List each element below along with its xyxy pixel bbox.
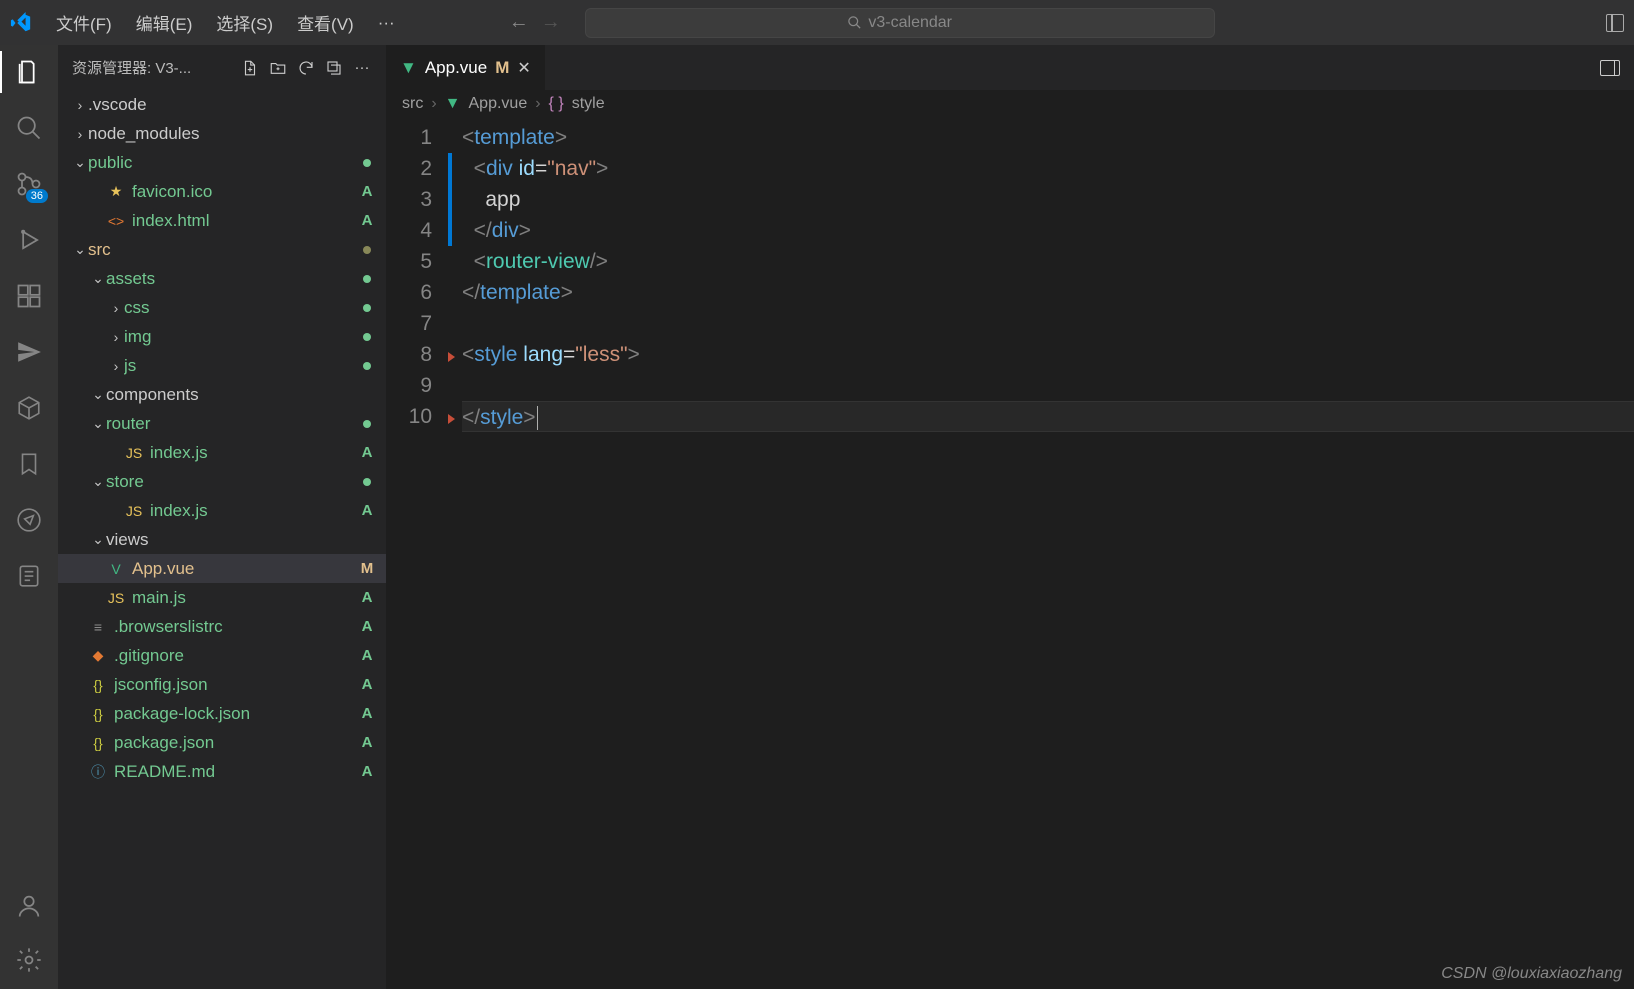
watermark: CSDN @louxiaxiaozhang: [1441, 965, 1622, 983]
scm-badge: 36: [26, 189, 48, 203]
editor-tabs: ▼ App.vue M ✕: [386, 45, 1634, 90]
tree-row[interactable]: ⌄components: [58, 380, 386, 409]
extensions-icon[interactable]: [14, 281, 44, 311]
tree-row[interactable]: {}package-lock.jsonA: [58, 699, 386, 728]
tab-label: App.vue: [425, 58, 487, 78]
tree-row[interactable]: ⌄public: [58, 148, 386, 177]
tree-row[interactable]: ★favicon.icoA: [58, 177, 386, 206]
crumb-src[interactable]: src: [402, 95, 423, 113]
sidebar: 资源管理器: V3-... ··· ›.vscode›node_modules⌄…: [58, 45, 386, 989]
nav-back-icon[interactable]: ←: [509, 11, 529, 34]
sidebar-header: 资源管理器: V3-... ···: [58, 45, 386, 90]
new-folder-icon[interactable]: [268, 58, 288, 78]
bookmark-icon[interactable]: [14, 449, 44, 479]
settings-gear-icon[interactable]: [14, 945, 44, 975]
tree-row[interactable]: ◆.gitignoreA: [58, 641, 386, 670]
brace-icon: { }: [549, 95, 564, 113]
chevron-right-icon: ›: [535, 95, 540, 113]
new-file-icon[interactable]: [240, 58, 260, 78]
account-icon[interactable]: [14, 891, 44, 921]
menu-view[interactable]: 查看(V): [287, 6, 364, 39]
code-editor[interactable]: 12345678910 <template> <div id="nav"> ap…: [386, 118, 1634, 432]
tab-close-icon[interactable]: ✕: [517, 58, 530, 78]
menu-more[interactable]: ···: [368, 9, 405, 37]
vue-icon: ▼: [445, 95, 461, 113]
menu-file[interactable]: 文件(F): [46, 6, 122, 39]
explorer-title: 资源管理器: V3-...: [72, 57, 232, 78]
refresh-icon[interactable]: [296, 58, 316, 78]
command-center[interactable]: v3-calendar: [585, 8, 1215, 38]
crumb-symbol[interactable]: style: [572, 95, 605, 113]
tree-row[interactable]: ⌄router: [58, 409, 386, 438]
tree-row[interactable]: ›js: [58, 351, 386, 380]
chevron-right-icon: ›: [431, 95, 436, 113]
send-icon[interactable]: [14, 337, 44, 367]
tree-row[interactable]: VApp.vueM: [58, 554, 386, 583]
tree-row[interactable]: {}jsconfig.jsonA: [58, 670, 386, 699]
compass-icon[interactable]: [14, 505, 44, 535]
layout-toggle-icon[interactable]: [1606, 14, 1624, 32]
tree-row[interactable]: JSindex.jsA: [58, 496, 386, 525]
vue-icon: ▼: [400, 58, 417, 78]
tree-row[interactable]: ›node_modules: [58, 119, 386, 148]
nav-forward-icon[interactable]: →: [541, 11, 561, 34]
tree-row[interactable]: ›css: [58, 293, 386, 322]
split-editor-icon[interactable]: [1600, 60, 1620, 76]
titlebar: 文件(F) 编辑(E) 选择(S) 查看(V) ··· ← → v3-calen…: [0, 0, 1634, 45]
command-center-text: v3-calendar: [868, 14, 952, 32]
crumb-file[interactable]: App.vue: [469, 95, 528, 113]
tree-row[interactable]: ⌄views: [58, 525, 386, 554]
explorer-icon[interactable]: [14, 57, 44, 87]
vscode-logo-icon: [10, 12, 32, 34]
tree-row[interactable]: ›img: [58, 322, 386, 351]
breadcrumb[interactable]: src › ▼ App.vue › { } style: [386, 90, 1634, 118]
editor-area: ▼ App.vue M ✕ src › ▼ App.vue › { } styl…: [386, 45, 1634, 989]
more-icon[interactable]: ···: [352, 58, 372, 78]
debug-icon[interactable]: [14, 225, 44, 255]
tree-row[interactable]: JSindex.jsA: [58, 438, 386, 467]
tree-row[interactable]: ⌄assets: [58, 264, 386, 293]
scm-icon[interactable]: 36: [14, 169, 44, 199]
box-icon[interactable]: [14, 393, 44, 423]
menu-select[interactable]: 选择(S): [206, 6, 283, 39]
tree-row[interactable]: JSmain.jsA: [58, 583, 386, 612]
tab-app-vue[interactable]: ▼ App.vue M ✕: [386, 45, 546, 90]
tree-row[interactable]: ⌄src: [58, 235, 386, 264]
tree-row[interactable]: ⌄store: [58, 467, 386, 496]
tree-row[interactable]: <>index.htmlA: [58, 206, 386, 235]
activity-bar: 36: [0, 45, 58, 989]
collapse-icon[interactable]: [324, 58, 344, 78]
tree-row[interactable]: ›.vscode: [58, 90, 386, 119]
file-tree: ›.vscode›node_modules⌄public★favicon.ico…: [58, 90, 386, 989]
tab-modified-indicator: M: [495, 58, 509, 78]
tree-row[interactable]: ⓘREADME.mdA: [58, 757, 386, 786]
menu-edit[interactable]: 编辑(E): [126, 6, 203, 39]
tree-row[interactable]: {}package.jsonA: [58, 728, 386, 757]
search-icon: [847, 15, 862, 30]
search-tab-icon[interactable]: [14, 113, 44, 143]
tree-row[interactable]: ≡.browserslistrcA: [58, 612, 386, 641]
note-icon[interactable]: [14, 561, 44, 591]
